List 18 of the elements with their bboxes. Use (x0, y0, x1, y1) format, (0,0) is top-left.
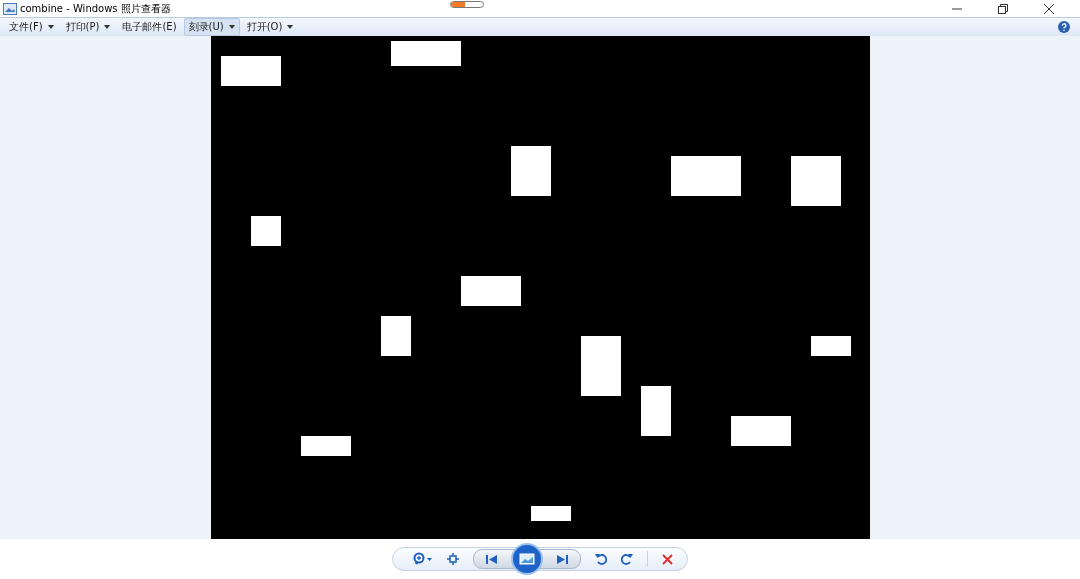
rotate-right-icon[interactable] (621, 553, 633, 565)
next-icon[interactable] (557, 554, 568, 564)
menu-item[interactable]: 文件(F) (4, 18, 59, 36)
close-icon[interactable] (1044, 3, 1054, 14)
menu-item[interactable]: 打印(P) (60, 18, 116, 36)
help-icon[interactable] (1058, 21, 1070, 33)
restore-icon[interactable] (998, 3, 1008, 14)
fit-window-icon[interactable] (447, 553, 459, 565)
delete-icon[interactable] (662, 553, 673, 565)
app-icon (3, 2, 17, 15)
menu-item[interactable]: 刻录(U) (183, 18, 240, 36)
menu-item[interactable]: 电子邮件(E) (117, 18, 182, 36)
window-title: combine - Windows 照片查看器 (20, 1, 171, 16)
menu-item[interactable]: 打开(O) (241, 18, 299, 36)
slideshow-icon[interactable] (511, 543, 543, 575)
rotate-left-icon[interactable] (595, 553, 607, 565)
previous-icon[interactable] (486, 554, 497, 564)
zoom-icon[interactable] (411, 552, 433, 566)
